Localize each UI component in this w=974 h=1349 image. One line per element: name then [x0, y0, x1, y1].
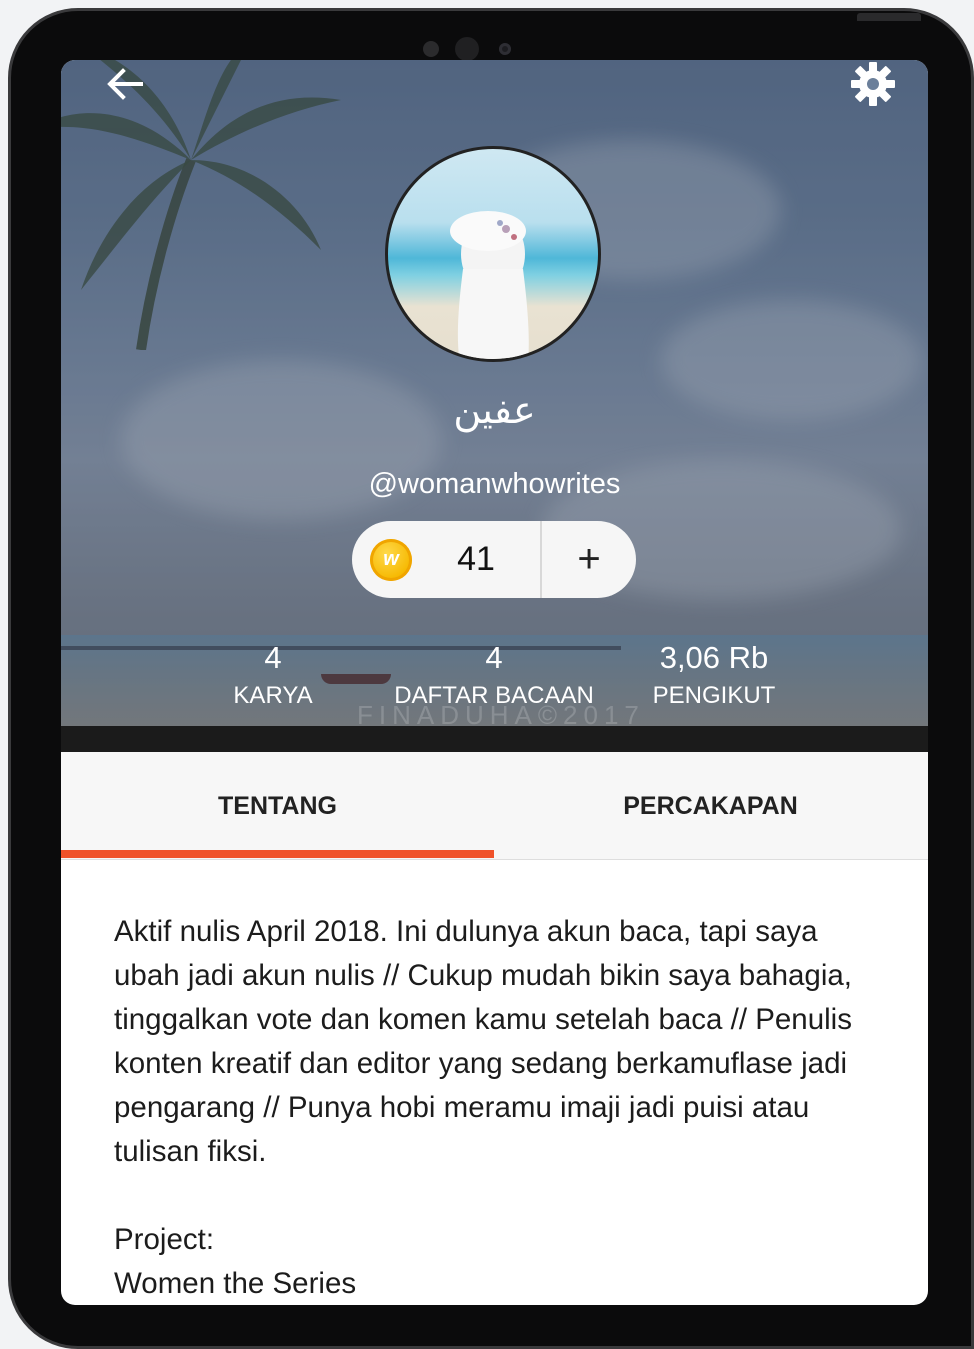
profile-header: FINADUHA©2017 عفين @womanwhowrites w 41 … [61, 60, 928, 726]
stat-works[interactable]: 4 KARYA [203, 638, 343, 712]
display-name: عفين [453, 388, 536, 432]
stat-value: 4 [264, 640, 282, 675]
coin-balance: w 41 + [352, 521, 636, 598]
stat-followers[interactable]: 3,06 Rb PENGIKUT [632, 638, 796, 712]
stat-label: DAFTAR BACAAN [394, 682, 594, 709]
avatar[interactable] [385, 146, 601, 362]
gear-icon [851, 62, 895, 106]
about-section: Aktif nulis April 2018. Ini dulunya akun… [114, 910, 884, 1305]
project-label: Project: [114, 1223, 215, 1256]
coin-icon: w [370, 538, 412, 581]
stat-label: KARYA [233, 682, 313, 709]
back-button[interactable] [97, 60, 153, 112]
coin-count: 41 [457, 540, 495, 578]
stat-value: 4 [485, 640, 503, 675]
avatar-photo [450, 211, 529, 359]
tab-conversations[interactable]: PERCAKAPAN [494, 752, 927, 860]
app-screen: FINADUHA©2017 عفين @womanwhowrites w 41 … [61, 60, 928, 1305]
stat-label: PENGIKUT [652, 682, 776, 709]
arrow-left-icon [107, 68, 143, 100]
sensor [423, 41, 439, 57]
front-camera [455, 37, 479, 61]
profile-tabs: TENTANG PERCAKAPAN [61, 752, 928, 860]
add-coins-button[interactable]: + [542, 521, 636, 598]
power-button [857, 13, 921, 21]
settings-button[interactable] [845, 60, 901, 112]
active-tab-indicator [61, 850, 494, 858]
project-name: Women the Series [114, 1267, 357, 1300]
bio-text: Aktif nulis April 2018. Ini dulunya akun… [114, 915, 852, 1168]
stat-reading-lists[interactable]: 4 DAFTAR BACAAN [379, 638, 609, 712]
stat-value: 3,06 Rb [659, 640, 769, 675]
username: @womanwhowrites [368, 468, 621, 500]
camera-lens [499, 43, 511, 55]
tab-about[interactable]: TENTANG [61, 752, 494, 860]
